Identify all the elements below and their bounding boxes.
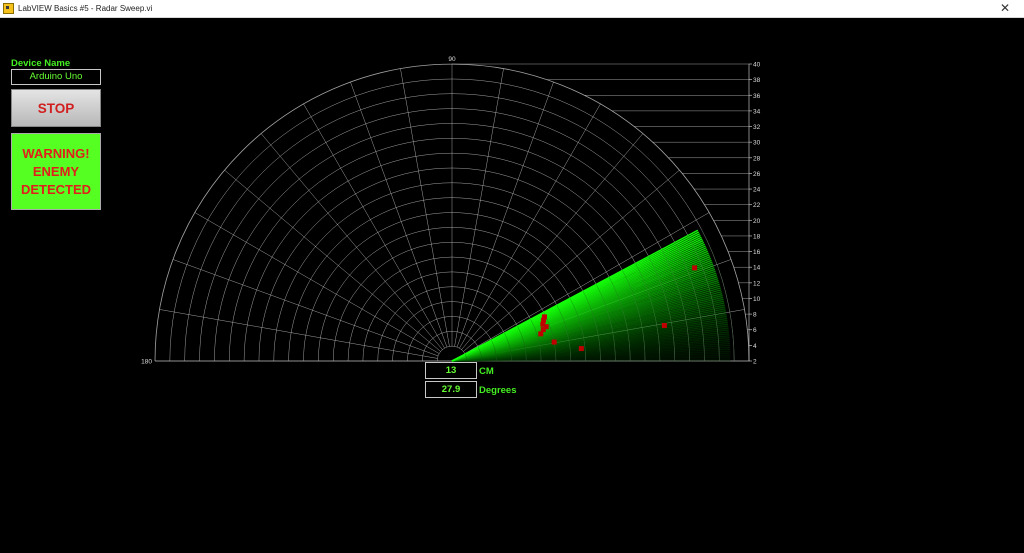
radar-grid-spoke (224, 169, 441, 352)
radar-grid-spoke (303, 103, 445, 349)
radar-scale-tick-label: 30 (753, 140, 761, 147)
radar-angle-label-180: 180 (141, 359, 152, 366)
radar-blip (692, 265, 698, 271)
radar-scale-tick-label: 14 (753, 265, 761, 272)
radar-display: 2468101214161820222426283032343638409018… (141, 56, 761, 366)
radar-blip (578, 346, 584, 352)
radar-blip (541, 314, 547, 320)
radar-scale-tick-label: 22 (753, 202, 761, 209)
radar-scale-tick-label: 32 (753, 124, 761, 131)
radar-scale-tick-label: 8 (753, 312, 757, 319)
radar-scale-tick-label: 6 (753, 327, 757, 334)
radar-scale-tick-label: 24 (753, 187, 761, 194)
radar-scale-tick-label: 28 (753, 155, 761, 162)
radar-scale-tick-label: 2 (753, 359, 757, 366)
radar-grid-spoke (172, 259, 439, 357)
radar-scale-tick-label: 4 (753, 343, 757, 350)
radar-angle-label-90: 90 (448, 56, 456, 63)
radar-scale-tick-label: 40 (753, 62, 761, 69)
angle-unit-label: Degrees (479, 385, 517, 396)
radar-scale-tick-label: 26 (753, 171, 761, 178)
radar-grid-spoke (456, 81, 554, 348)
radar-scale-tick-label: 12 (753, 280, 761, 287)
radar-scale-tick-label: 20 (753, 218, 761, 225)
distance-readout: 13 (425, 362, 477, 379)
radar-scale-tick-label: 18 (753, 233, 761, 240)
radar-grid-spoke (350, 81, 448, 348)
radar-blip (538, 331, 544, 337)
radar-scale-tick-label: 36 (753, 93, 761, 100)
radar-grid-spoke (260, 133, 443, 350)
radar-scale-tick-label: 16 (753, 249, 761, 256)
radar-grid-spoke (194, 212, 440, 354)
radar-scale-tick-label: 10 (753, 296, 761, 303)
radar-blip (661, 322, 667, 328)
distance-unit-label: CM (479, 366, 494, 377)
angle-readout: 27.9 (425, 381, 477, 398)
radar-blip (551, 339, 557, 345)
radar-scale-tick-label: 38 (753, 77, 761, 84)
radar-scale-tick-label: 34 (753, 108, 761, 115)
